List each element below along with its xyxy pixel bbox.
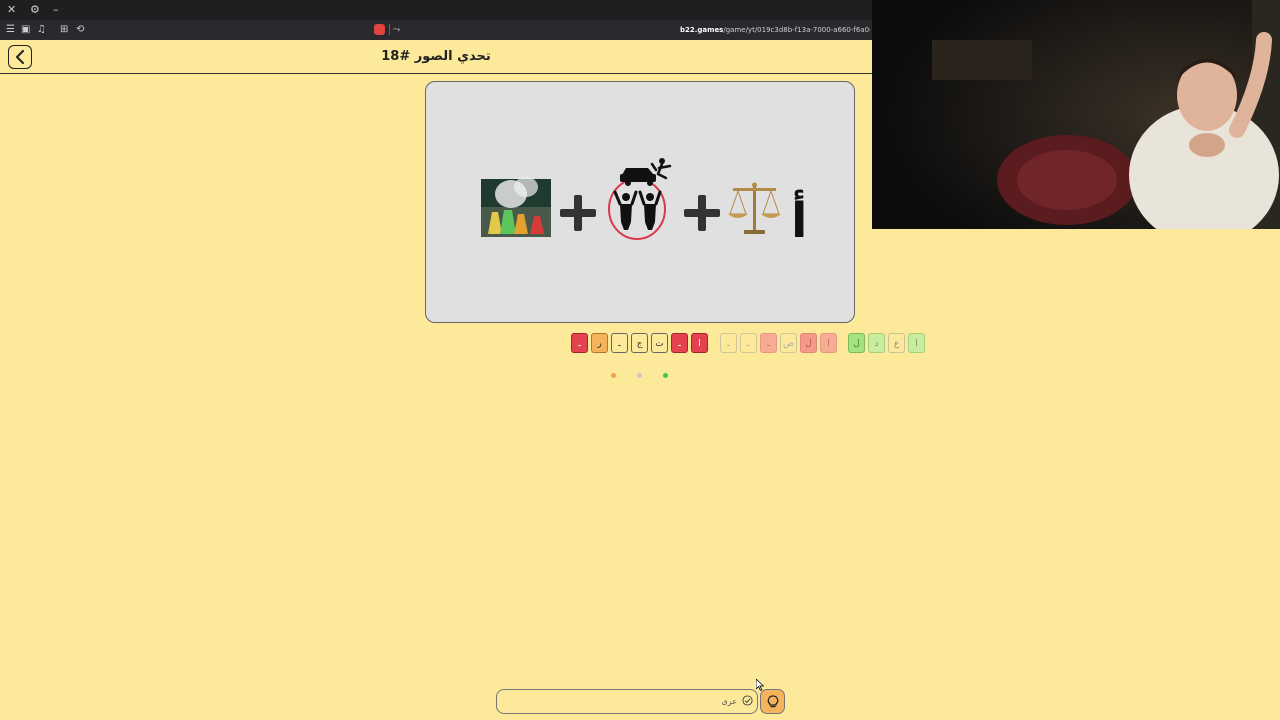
lightbulb-icon [767,694,778,707]
hint-button[interactable] [760,689,785,714]
justice-scale-icon [728,182,781,234]
letter-tile: ـ [611,333,628,353]
close-window-icon[interactable]: ✕ [7,0,16,20]
letter-tile: ا [908,333,925,353]
puzzle-card: أ [425,81,855,323]
progress-dot [611,373,616,378]
extension-icon[interactable] [374,24,385,35]
clue-letter: أ [791,189,807,249]
letter-tile: ت [651,333,668,353]
toolbar-divider [389,24,390,35]
letter-tile: ا [691,333,708,353]
sync-icon[interactable]: ⟲ [76,20,84,40]
input-label: عرى [721,697,737,706]
plus-icon [560,195,596,231]
share-icon[interactable]: ⤳ [393,20,400,40]
letter-tile: ـ [740,333,757,353]
plus-icon [684,195,720,231]
letter-tile: ـ [571,333,588,353]
webcam-overlay [872,0,1280,229]
car-lift-icon [608,158,672,240]
letter-tile: ض [780,333,797,353]
browser-chrome: ✕ ⚙ – ☰ ▣ ♫ ⊞ ⟲ ⤳ b22.games/game/yt/019c… [0,0,872,40]
letter-tile: ر [591,333,608,353]
minimize-icon[interactable]: – [53,0,59,20]
letter-tile: ج [631,333,648,353]
menu-icon[interactable]: ☰ [6,20,15,40]
browser-toolbar: ☰ ▣ ♫ ⊞ ⟲ ⤳ b22.games/game/yt/019c3d8b-f… [0,20,872,40]
sidebar-icon[interactable]: ▣ [21,20,30,40]
music-icon[interactable]: ♫ [37,20,46,40]
letter-tile: ا [820,333,837,353]
window-controls: ✕ ⚙ – [0,0,872,20]
url-domain: b22.games [680,26,724,34]
tabs-icon[interactable]: ⊞ [60,20,68,40]
letter-tile: ل [848,333,865,353]
settings-icon[interactable]: ⚙ [30,0,40,20]
letter-tile: ـ [671,333,688,353]
url-path: /game/yt/019c3d8b-f13a-7000-a660-f6a0686… [723,26,870,34]
letter-tile: ـ [720,333,737,353]
letter-tile: ع [888,333,905,353]
science-lab-photo [481,177,551,237]
letter-tile: ـ [760,333,777,353]
progress-dot [637,373,642,378]
address-bar[interactable]: b22.games/game/yt/019c3d8b-f13a-7000-a66… [680,20,870,40]
letter-tile: د [868,333,885,353]
game-header: تحدي الصور #18 [0,40,872,74]
check-circle-icon[interactable] [742,695,753,706]
page-title: تحدي الصور #18 [381,49,491,64]
progress-dot-active [663,373,668,378]
mouse-cursor-icon [756,679,764,691]
letter-tile: ل [800,333,817,353]
answer-input[interactable]: عرى [496,689,758,714]
